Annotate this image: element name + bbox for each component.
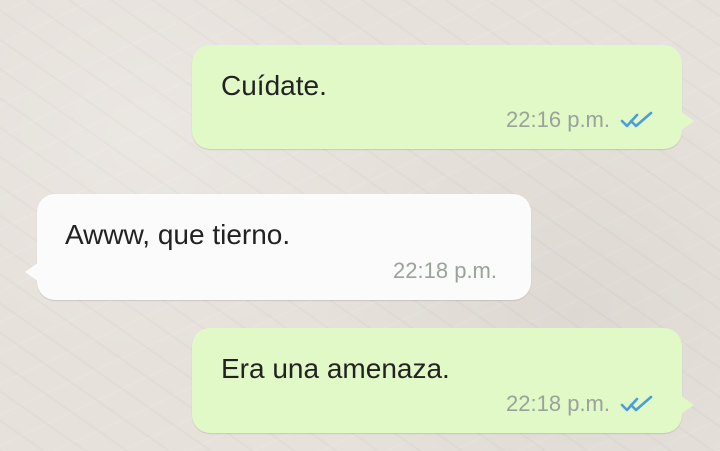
message-time: 22:16 p.m. [506,107,610,132]
message-text: Cuídate. [221,70,327,101]
message-meta: 22:18 p.m. [506,391,654,417]
double-check-read-icon [620,111,653,128]
double-check-read-icon [620,395,653,412]
message-text: Era una amenaza. [221,353,450,384]
message-text: Awww, que tierno. [65,219,291,250]
message-time: 22:18 p.m. [393,258,497,283]
outgoing-message-bubble[interactable]: Cuídate. 22:16 p.m. [192,45,694,149]
message-meta: 22:16 p.m. [506,107,654,133]
outgoing-message-bubble[interactable]: Era una amenaza. 22:18 p.m. [192,328,694,433]
message-meta: 22:18 p.m. [393,258,497,284]
message-time: 22:18 p.m. [506,391,610,416]
incoming-message-bubble[interactable]: Awww, que tierno. 22:18 p.m. [25,194,531,300]
